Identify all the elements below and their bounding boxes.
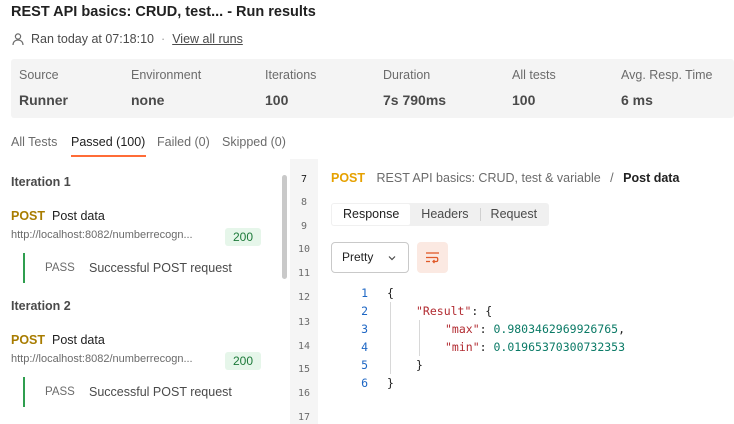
iteration-title: Iteration 2 <box>11 299 71 313</box>
stat-label: All tests <box>512 68 556 82</box>
format-select-value: Pretty <box>342 250 374 264</box>
indent-guide <box>419 320 420 356</box>
json-key: "Result" <box>416 304 472 318</box>
code-line-number: 6 <box>361 376 368 390</box>
page-title: REST API basics: CRUD, test... - Run res… <box>11 4 316 20</box>
line-number: 13 <box>297 317 311 328</box>
breadcrumb: POST REST API basics: CRUD, test & varia… <box>331 171 679 185</box>
stat-value: none <box>131 92 165 108</box>
stat-value: 7s 790ms <box>383 92 447 108</box>
code-line-number: 4 <box>361 340 368 354</box>
code-text: { <box>387 284 394 302</box>
stat-value: 100 <box>265 92 289 108</box>
request-detail-panel: POST REST API basics: CRUD, test & varia… <box>318 159 734 424</box>
stat-label: Avg. Resp. Time <box>621 68 713 82</box>
active-tab-indicator <box>71 155 146 157</box>
detail-tabs: Response Headers Request <box>331 203 550 226</box>
request-url: http://localhost:8082/numberrecogn... <box>11 229 193 241</box>
stat-value: 6 ms <box>621 92 653 108</box>
line-number: 8 <box>300 197 308 208</box>
wrap-lines-button[interactable] <box>417 242 448 273</box>
stat-label: Duration <box>383 68 431 82</box>
separator-dot: · <box>161 32 166 46</box>
code-text: "max": 0.9803462969926765, <box>445 320 625 338</box>
chevron-down-icon <box>388 256 396 261</box>
test-result: PASS <box>45 262 75 274</box>
json-punct: , <box>618 322 626 336</box>
request-url: http://localhost:8082/numberrecogn... <box>11 353 193 365</box>
scrollbar-thumb[interactable] <box>282 175 287 279</box>
wrap-lines-icon <box>426 252 439 264</box>
pass-indicator <box>23 377 25 407</box>
code-text: "min": 0.01965370300732353 <box>445 338 625 356</box>
code-line-number: 2 <box>361 304 368 318</box>
json-number: 0.01965370300732353 <box>493 340 626 354</box>
breadcrumb-separator: / <box>610 171 614 185</box>
pass-indicator <box>23 253 25 283</box>
code-line-number: 5 <box>361 358 368 372</box>
line-number: 17 <box>297 412 311 423</box>
json-number: 0.9803462969926765 <box>493 322 619 336</box>
code-line-number: 3 <box>361 322 368 336</box>
line-number: 10 <box>297 244 311 255</box>
user-icon <box>12 33 24 46</box>
test-result: PASS <box>45 386 75 398</box>
ran-time: Ran today at 07:18:10 <box>31 32 155 46</box>
json-punct: } <box>387 376 394 390</box>
code-line-number: 1 <box>361 286 368 300</box>
tab-passed[interactable]: Passed (100) <box>71 135 145 149</box>
json-punct: : { <box>471 304 493 318</box>
status-badge: 200 <box>225 352 261 370</box>
json-punct: : <box>479 340 494 354</box>
request-name: Post data <box>52 333 105 347</box>
iterations-list[interactable]: Iteration 1 POST Post data http://localh… <box>0 159 290 424</box>
line-number: 12 <box>297 292 311 303</box>
run-info: Ran today at 07:18:10 · View all runs <box>11 32 243 46</box>
code-text: "Result": { <box>416 302 492 320</box>
status-badge: 200 <box>225 228 261 246</box>
json-punct: { <box>387 286 394 300</box>
collection-name[interactable]: REST API basics: CRUD, test & variable <box>377 171 601 185</box>
line-number-gutter: 7 8 9 10 11 12 13 14 15 16 17 <box>290 159 318 424</box>
line-number: 11 <box>297 268 311 279</box>
detail-method: POST <box>331 171 366 185</box>
line-number: 7 <box>300 174 308 185</box>
stat-label: Iterations <box>265 68 317 82</box>
tab-headers[interactable]: Headers <box>410 204 479 225</box>
format-select[interactable]: Pretty <box>331 242 409 273</box>
request-method: POST <box>11 209 46 223</box>
test-message: Successful POST request <box>89 261 232 275</box>
json-punct: : <box>479 322 494 336</box>
test-message: Successful POST request <box>89 385 232 399</box>
json-key: "min" <box>445 340 480 354</box>
code-text: } <box>387 374 394 392</box>
stat-label: Source <box>19 68 59 82</box>
stat-value: 100 <box>512 92 536 108</box>
detail-request-name: Post data <box>623 171 680 185</box>
request-method: POST <box>11 333 46 347</box>
stat-label: Environment <box>131 68 202 82</box>
json-key: "max" <box>445 322 480 336</box>
line-number: 16 <box>297 388 311 399</box>
line-number: 9 <box>300 221 308 232</box>
json-punct: } <box>416 358 423 372</box>
indent-guide <box>390 302 391 374</box>
view-all-runs-link[interactable]: View all runs <box>172 32 243 46</box>
line-number: 15 <box>297 364 311 375</box>
stat-value: Runner <box>19 92 68 108</box>
tab-skipped[interactable]: Skipped (0) <box>222 135 286 149</box>
line-number: 14 <box>297 341 311 352</box>
tab-response[interactable]: Response <box>332 204 411 225</box>
request-name: Post data <box>52 209 105 223</box>
tab-all-tests[interactable]: All Tests <box>11 135 57 149</box>
run-summary-stats: Source Runner Environment none Iteration… <box>11 59 734 118</box>
iteration-title: Iteration 1 <box>11 175 71 189</box>
tab-failed[interactable]: Failed (0) <box>157 135 210 149</box>
tab-request[interactable]: Request <box>479 204 549 225</box>
code-text: } <box>416 356 423 374</box>
